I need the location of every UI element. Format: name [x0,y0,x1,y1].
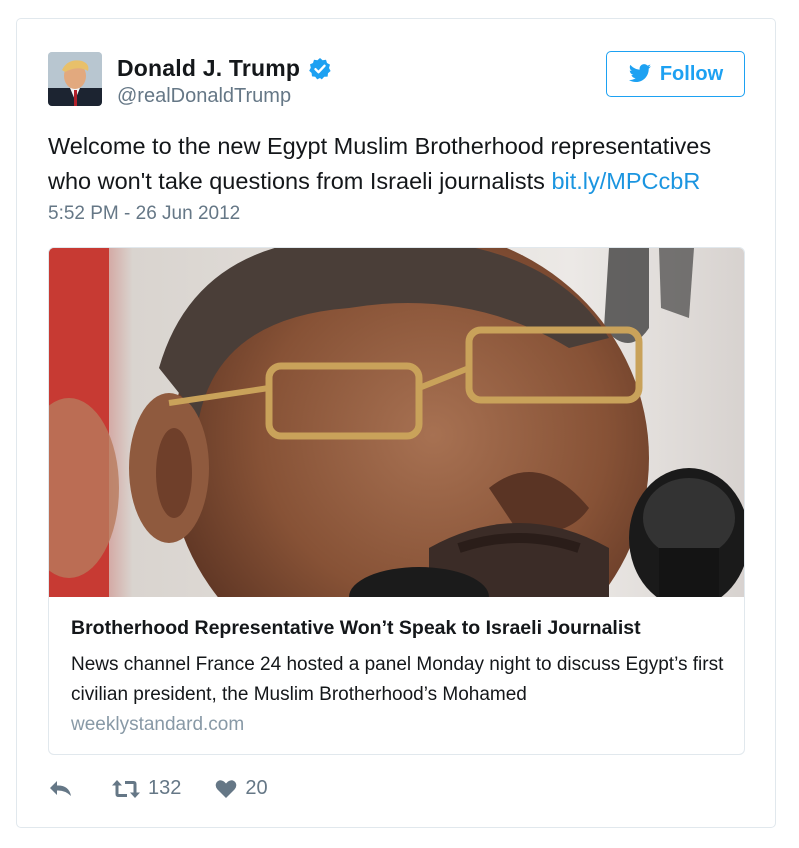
twitter-bird-icon [628,64,652,84]
follow-label: Follow [659,62,724,85]
user-name-text[interactable]: Donald J. Trump [117,55,300,82]
retweet-count: 132 [148,777,182,799]
retweet-button[interactable]: 132 [104,777,181,800]
tweet-text: Welcome to the new Egypt Muslim Brotherh… [48,129,748,199]
card-domain: weeklystandard.com [71,714,245,735]
tweet-actions: 132 20 [48,777,268,800]
card-title[interactable]: Brotherhood Representative Won’t Speak t… [71,617,641,640]
tweet-link[interactable]: bit.ly/MPCcbR [551,168,700,194]
avatar[interactable] [48,52,102,106]
reply-button[interactable] [48,779,74,799]
verified-badge-icon [308,57,332,81]
heart-icon [215,779,237,799]
tweet-timestamp[interactable]: 5:52 PM - 26 Jun 2012 [48,203,240,225]
user-handle[interactable]: @realDonaldTrump [117,85,291,108]
like-count: 20 [245,777,268,799]
card-image[interactable] [49,248,744,688]
like-button[interactable]: 20 [207,777,268,800]
tweet-card: Donald J. Trump @realDonaldTrump Follow … [16,18,776,828]
follow-button[interactable]: Follow [606,51,745,97]
link-preview-card[interactable]: Brotherhood Representative Won’t Speak t… [48,247,745,755]
user-name[interactable]: Donald J. Trump [117,55,332,82]
reply-icon [48,779,74,799]
retweet-icon [112,779,140,799]
card-description: News channel France 24 hosted a panel Mo… [71,654,724,705]
